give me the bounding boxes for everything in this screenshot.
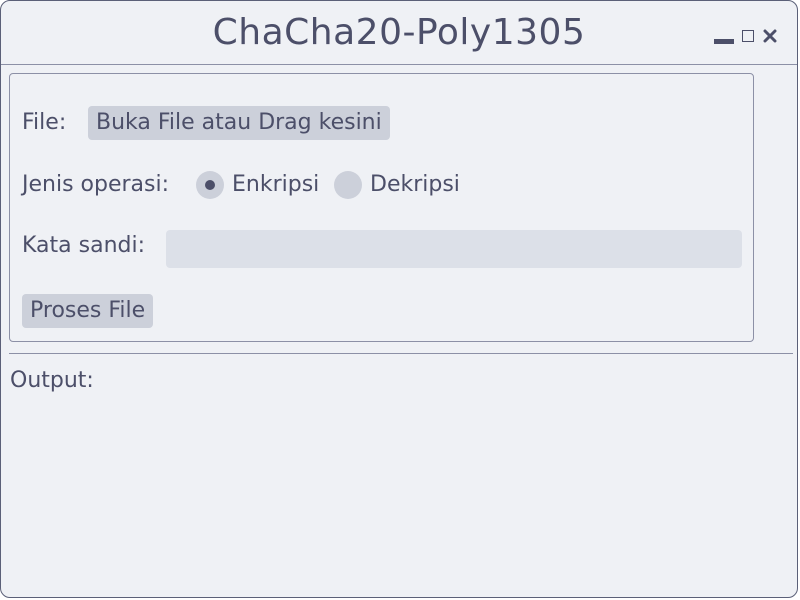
output-label: Output:: [10, 368, 94, 393]
form-panel: File: Buka File atau Drag kesini Jenis o…: [9, 73, 754, 342]
close-icon: [763, 29, 777, 43]
operation-label: Jenis operasi:: [22, 172, 170, 197]
title-bar[interactable]: ChaCha20-Poly1305: [1, 1, 797, 65]
radio-encrypt[interactable]: [196, 171, 224, 199]
radio-decrypt[interactable]: [334, 171, 362, 199]
maximize-button[interactable]: [737, 25, 759, 47]
password-input[interactable]: [166, 230, 742, 268]
close-button[interactable]: [759, 25, 781, 47]
maximize-icon: [742, 30, 754, 42]
radio-decrypt-label[interactable]: Dekripsi: [370, 171, 460, 199]
process-file-button[interactable]: Proses File: [22, 294, 154, 328]
minimize-button[interactable]: [713, 25, 735, 47]
app-window: ChaCha20-Poly1305 File: Buka File atau D…: [0, 0, 798, 598]
open-file-button[interactable]: Buka File atau Drag kesini: [88, 106, 390, 140]
file-label: File:: [22, 110, 67, 135]
section-divider: [9, 353, 793, 354]
radio-selected-dot: [205, 180, 215, 190]
window-title: ChaCha20-Poly1305: [212, 12, 586, 53]
minimize-icon: [714, 38, 734, 44]
radio-encrypt-label[interactable]: Enkripsi: [232, 171, 319, 199]
password-label: Kata sandi:: [22, 233, 145, 258]
